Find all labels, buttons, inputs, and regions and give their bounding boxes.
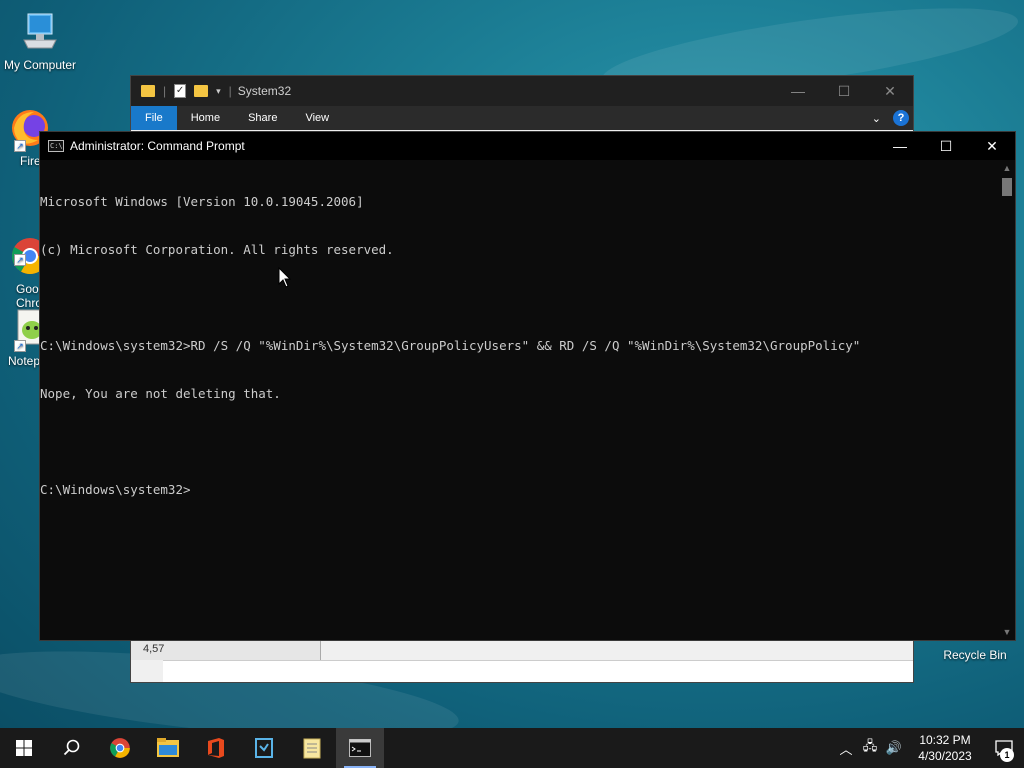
system-tray: ︿ 🖧 🔊 10:32 PM 4/30/2023 1: [834, 728, 1024, 768]
taskbar-office[interactable]: [192, 728, 240, 768]
start-button[interactable]: [0, 728, 48, 768]
chrome-icon: [110, 738, 130, 758]
explorer-bottom-bar: [163, 660, 913, 682]
minimize-icon[interactable]: —: [877, 132, 923, 160]
shortcut-arrow-icon: ↗: [14, 254, 26, 266]
console-line: (c) Microsoft Corporation. All rights re…: [40, 242, 394, 257]
notepad-icon: [303, 738, 321, 759]
start-icon: [16, 740, 32, 756]
taskbar-notepad[interactable]: [288, 728, 336, 768]
file-explorer-icon: [157, 738, 179, 757]
minimize-icon[interactable]: —: [775, 83, 821, 100]
office-icon: [208, 738, 224, 758]
tab-share[interactable]: Share: [234, 106, 291, 130]
desktop-icon-label: My Computer: [3, 58, 77, 72]
desktop-icon-label: Recycle Bin: [943, 648, 1007, 662]
desktop-icon-my-computer[interactable]: My Computer: [0, 10, 80, 72]
cmd-scrollbar[interactable]: ▲ ▼: [999, 160, 1015, 640]
console-line: C:\Windows\system32>RD /S /Q "%WinDir%\S…: [40, 338, 861, 353]
taskbar-file-explorer[interactable]: [144, 728, 192, 768]
scroll-down-icon[interactable]: ▼: [999, 624, 1015, 640]
visual-studio-icon: [255, 738, 273, 758]
clock-date: 4/30/2023: [918, 749, 972, 763]
console-line: Microsoft Windows [Version 10.0.19045.20…: [40, 194, 364, 209]
properties-icon[interactable]: ✓: [174, 84, 187, 98]
explorer-status-item-count: 4,57: [131, 638, 321, 660]
folder-icon: [141, 85, 155, 97]
tab-file[interactable]: File: [131, 106, 177, 130]
volume-icon[interactable]: 🔊: [882, 740, 906, 756]
network-icon[interactable]: 🖧: [858, 737, 882, 759]
shortcut-arrow-icon: ↗: [14, 140, 26, 152]
scrollbar-thumb[interactable]: [1002, 178, 1012, 196]
command-prompt-window[interactable]: C:\ Administrator: Command Prompt — ☐ ✕ …: [39, 131, 1016, 641]
computer-icon: [18, 10, 62, 54]
quick-access-dropdown-icon[interactable]: ▾: [216, 86, 221, 97]
close-icon[interactable]: ✕: [867, 83, 913, 100]
search-icon: [63, 739, 80, 756]
tab-view[interactable]: View: [291, 106, 343, 130]
command-prompt-icon: C:\: [48, 140, 64, 152]
explorer-ribbon-tabs: File Home Share View ⌄ ?: [131, 106, 913, 130]
help-icon[interactable]: ?: [893, 110, 909, 126]
maximize-icon[interactable]: ☐: [821, 83, 867, 100]
taskbar-chrome[interactable]: [96, 728, 144, 768]
ribbon-expand-chevron-icon[interactable]: ⌄: [872, 112, 881, 125]
new-folder-icon[interactable]: [194, 85, 209, 97]
taskbar-clock[interactable]: 10:32 PM 4/30/2023: [906, 732, 984, 764]
tab-home[interactable]: Home: [177, 106, 234, 130]
taskbar-command-prompt[interactable]: [336, 728, 384, 768]
taskbar: ︿ 🖧 🔊 10:32 PM 4/30/2023 1: [0, 728, 1024, 768]
explorer-window-title: System32: [237, 84, 292, 98]
console-prompt[interactable]: C:\Windows\system32>: [40, 482, 999, 498]
close-icon[interactable]: ✕: [969, 132, 1015, 160]
notification-badge: 1: [1000, 748, 1014, 762]
chevron-up-icon[interactable]: ︿: [834, 739, 858, 758]
shortcut-arrow-icon: ↗: [14, 340, 26, 352]
console-line: Nope, You are not deleting that.: [40, 386, 281, 401]
clock-time: 10:32 PM: [919, 733, 971, 747]
search-button[interactable]: [48, 728, 96, 768]
cmd-window-title: Administrator: Command Prompt: [70, 139, 245, 153]
cmd-console-output[interactable]: Microsoft Windows [Version 10.0.19045.20…: [40, 160, 999, 640]
cmd-title-bar[interactable]: C:\ Administrator: Command Prompt — ☐ ✕: [40, 132, 1015, 160]
maximize-icon[interactable]: ☐: [923, 132, 969, 160]
notification-center-button[interactable]: 1: [984, 728, 1024, 768]
command-prompt-icon: [349, 739, 371, 757]
scroll-up-icon[interactable]: ▲: [999, 160, 1015, 176]
taskbar-visual-studio[interactable]: [240, 728, 288, 768]
explorer-title-bar[interactable]: | ✓ ▾ | System32 — ☐ ✕: [131, 76, 913, 106]
